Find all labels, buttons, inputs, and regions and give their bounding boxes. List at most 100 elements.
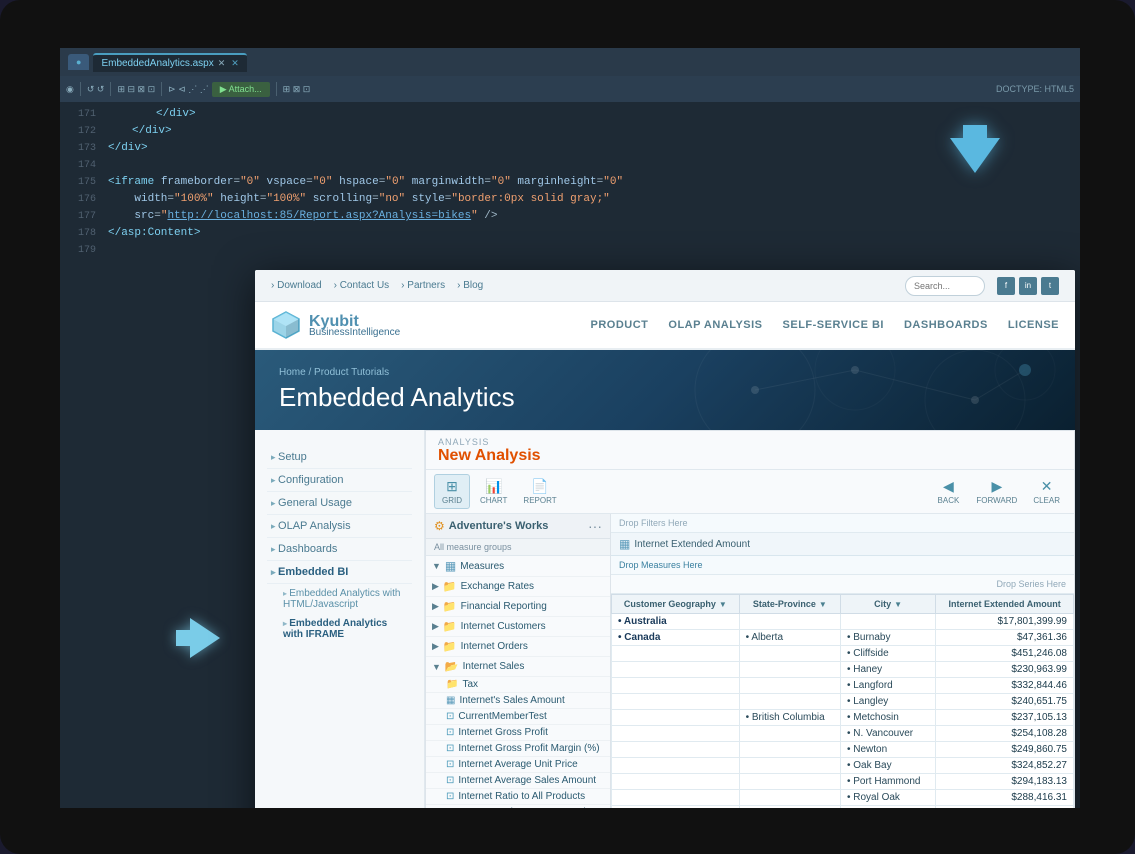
- cell-city-2: • Cliffside: [840, 646, 935, 662]
- measure-igp[interactable]: ⊡ Internet Gross Profit: [426, 725, 610, 741]
- city-filter-icon[interactable]: ▼: [894, 600, 902, 609]
- folder-financial[interactable]: ▶ 📁 Financial Reporting: [426, 597, 610, 617]
- table-row: • British Columbia• Metchosin$237,105.13: [612, 710, 1074, 726]
- measure-irap[interactable]: ⊡ Internet Ratio to All Products: [426, 789, 610, 805]
- code-body: 171 </div> 172 </div> 173 </div> 174 175: [60, 102, 1080, 263]
- measure-igpm[interactable]: ⊡ Internet Gross Profit Margin (%): [426, 741, 610, 757]
- sidebar-item-setup[interactable]: Setup: [267, 446, 412, 469]
- measures-group-label[interactable]: All measure groups: [426, 539, 610, 556]
- code-line-172: 172 </div>: [60, 123, 1080, 140]
- twitter-icon[interactable]: t: [1041, 277, 1059, 295]
- measures-panel: ⚙ Adventure's Works ··· All measure grou…: [426, 514, 611, 808]
- nav-self-service[interactable]: SELF-SERVICE BI: [783, 319, 884, 331]
- calc-icon-irap: ⊡: [446, 791, 454, 802]
- sidebar-item-embedded-bi[interactable]: Embedded BI: [267, 561, 412, 584]
- cell-geo-8: [612, 742, 740, 758]
- breadcrumb-home[interactable]: Home: [279, 367, 306, 378]
- cell-city-7: • N. Vancouver: [840, 726, 935, 742]
- toolbar-icon-5[interactable]: ⊞ ⊠ ⊡: [283, 84, 311, 95]
- logo-text: Kyubit BusinessIntelligence: [309, 313, 400, 338]
- measure-iaup[interactable]: ⊡ Internet Average Unit Price: [426, 757, 610, 773]
- bar-icon-isa: ▦: [446, 695, 455, 706]
- site-logo: Kyubit BusinessIntelligence: [271, 310, 400, 340]
- sidebar-item-general-usage[interactable]: General Usage: [267, 492, 412, 515]
- drop-filters-zone[interactable]: Drop Filters Here: [611, 514, 1074, 533]
- hero-breadcrumb: Home / Product Tutorials: [279, 367, 515, 378]
- measure-isa[interactable]: ▦ Internet's Sales Amount: [426, 693, 610, 709]
- geo-filter-icon[interactable]: ▼: [719, 600, 727, 609]
- measure-iasa[interactable]: ⊡ Internet Average Sales Amount: [426, 773, 610, 789]
- toolbar-clear-button[interactable]: ✕ CLEAR: [1027, 475, 1066, 508]
- measure-cmt[interactable]: ⊡ CurrentMemberTest: [426, 709, 610, 725]
- toolbar-back-button[interactable]: ◀ BACK: [930, 475, 966, 508]
- measure-label-tax: Tax: [462, 679, 478, 690]
- measure-tax[interactable]: 📁 Tax: [426, 677, 610, 693]
- folder-internet-customers[interactable]: ▶ 📁 Internet Customers: [426, 617, 610, 637]
- province-filter-icon[interactable]: ▼: [819, 600, 827, 609]
- calc-icon-cmt: ⊡: [446, 711, 454, 722]
- sidebar-item-dashboards[interactable]: Dashboards: [267, 538, 412, 561]
- toolbar-report-button[interactable]: 📄 REPORT: [517, 475, 562, 508]
- table-row: • Langford$332,844.46: [612, 678, 1074, 694]
- table-row: • Australia$17,801,399.99: [612, 614, 1074, 630]
- measures-folder-main[interactable]: ▼ ▦ Measures: [426, 556, 610, 577]
- drop-measures-zone[interactable]: Drop Measures Here: [611, 556, 1074, 575]
- toolbar-icon-3[interactable]: ⊞ ⊟ ⊠ ⊡: [117, 84, 155, 95]
- nav-olap[interactable]: OLAP ANALYSIS: [668, 319, 762, 331]
- facebook-icon[interactable]: f: [997, 277, 1015, 295]
- nav-dashboards[interactable]: DASHBOARDS: [904, 319, 988, 331]
- calc-icon-irpp: ⊡: [446, 807, 454, 808]
- breadcrumb-tutorials[interactable]: Product Tutorials: [314, 367, 389, 378]
- cell-city-6: • Metchosin: [840, 710, 935, 726]
- col-header-province[interactable]: State-Province ▼: [739, 595, 840, 614]
- measures-menu-icon[interactable]: ···: [588, 518, 602, 534]
- sidebar-subitem-html[interactable]: Embedded Analytics with HTML/Javascript: [267, 584, 412, 614]
- topnav-partners[interactable]: Partners: [401, 280, 445, 291]
- col-header-city[interactable]: City ▼: [840, 595, 935, 614]
- topnav-download[interactable]: Download: [271, 280, 322, 291]
- folder-icon-financial: 📁: [443, 600, 457, 613]
- device-screen: ● EmbeddedAnalytics.aspx ✕ ✕ ◉ ↺ ↺ ⊞ ⊟ ⊠…: [60, 48, 1080, 808]
- nav-product[interactable]: PRODUCT: [591, 319, 649, 331]
- folder-internet-sales[interactable]: ▼ 📂 Internet Sales: [426, 657, 610, 677]
- topnav-contact[interactable]: Contact Us: [334, 280, 390, 291]
- attach-button[interactable]: ▶ Attach...: [212, 82, 270, 97]
- cell-geo-4: [612, 678, 740, 694]
- cell-amount-10: $294,183.13: [936, 774, 1074, 790]
- code-line-179: 179: [60, 242, 1080, 259]
- measures-title: Adventure's Works: [449, 520, 584, 532]
- linkedin-icon[interactable]: in: [1019, 277, 1037, 295]
- measures-list: ▼ ▦ Measures ▶ 📁 Exchange Rates: [426, 556, 610, 808]
- analysis-toolbar: ⊞ GRID 📊 CHART 📄 REPORT: [426, 470, 1074, 514]
- toolbar-icon-1[interactable]: ◉: [66, 84, 74, 95]
- table-row: • Oak Bay$324,852.27: [612, 758, 1074, 774]
- measure-irpp[interactable]: ⊡ Internet Ratio to Parent Product: [426, 805, 610, 808]
- search-input[interactable]: [905, 276, 985, 296]
- col-header-geo[interactable]: Customer Geography ▼: [612, 595, 740, 614]
- topnav-blog[interactable]: Blog: [457, 280, 483, 291]
- col-header-amount[interactable]: Internet Extended Amount: [936, 595, 1074, 614]
- tab-close-icon[interactable]: ✕: [218, 58, 226, 69]
- cell-province-6: • British Columbia: [739, 710, 840, 726]
- table-row: • Langley$240,651.75: [612, 694, 1074, 710]
- toolbar-chart-button[interactable]: 📊 CHART: [474, 475, 513, 508]
- folder-label-ic: Internet Customers: [461, 621, 546, 632]
- toolbar-icon-2[interactable]: ↺ ↺: [87, 84, 105, 95]
- sidebar-subitem-iframe[interactable]: Embedded Analytics with IFRAME: [267, 614, 412, 644]
- forward-icon: ▶: [991, 478, 1002, 495]
- toolbar-forward-button[interactable]: ▶ FORWARD: [970, 475, 1023, 508]
- nav-license[interactable]: LICENSE: [1008, 319, 1059, 331]
- sidebar-item-olap[interactable]: OLAP Analysis: [267, 515, 412, 538]
- code-editor: ● EmbeddedAnalytics.aspx ✕ ✕ ◉ ↺ ↺ ⊞ ⊟ ⊠…: [60, 48, 1080, 308]
- toolbar-icon-4[interactable]: ⊳ ⊲ ⋰ ⋰: [168, 84, 209, 95]
- folder-internet-orders[interactable]: ▶ 📁 Internet Orders: [426, 637, 610, 657]
- editor-tab-active[interactable]: EmbeddedAnalytics.aspx ✕ ✕: [93, 53, 246, 72]
- cell-amount-1: $47,361.36: [936, 630, 1074, 646]
- code-line-175: 175 <iframe frameborder="0" vspace="0" h…: [60, 174, 1080, 191]
- folder-icon-ic: 📁: [443, 620, 457, 633]
- folder-exchange-rates[interactable]: ▶ 📁 Exchange Rates: [426, 577, 610, 597]
- drop-series-zone[interactable]: Drop Series Here: [611, 575, 1074, 594]
- toolbar-grid-button[interactable]: ⊞ GRID: [434, 474, 470, 509]
- cell-city-8: • Newton: [840, 742, 935, 758]
- sidebar-item-configuration[interactable]: Configuration: [267, 469, 412, 492]
